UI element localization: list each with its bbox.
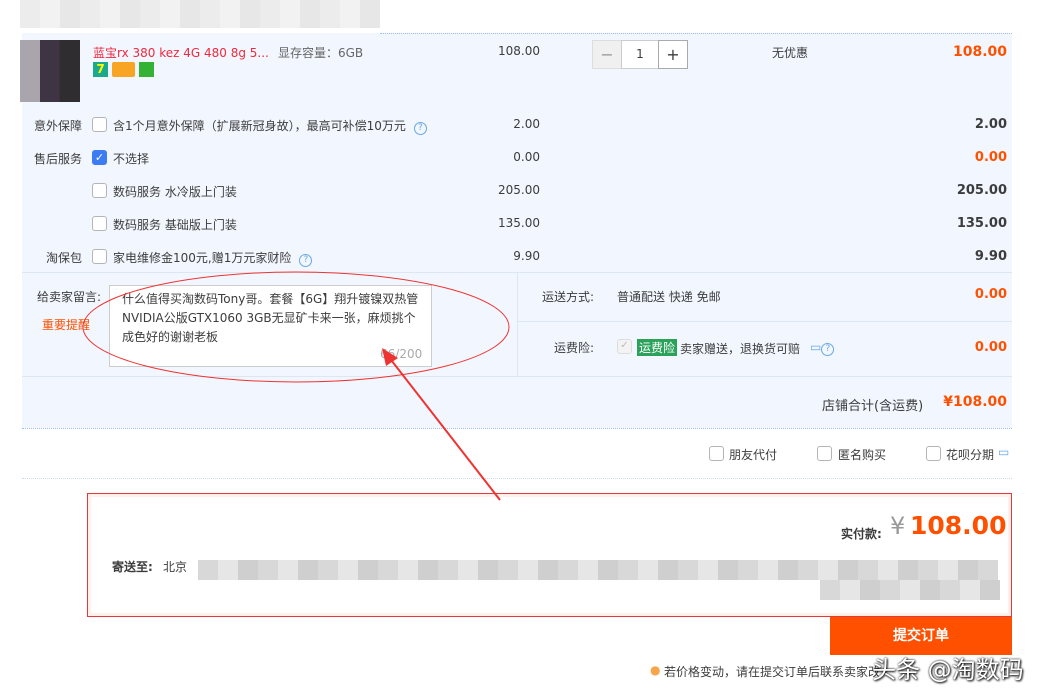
annotation-arrow: [388, 356, 500, 500]
arrow-head: [382, 348, 398, 366]
annotation-ellipse: [83, 272, 509, 382]
annotation-overlay: [0, 0, 1061, 700]
